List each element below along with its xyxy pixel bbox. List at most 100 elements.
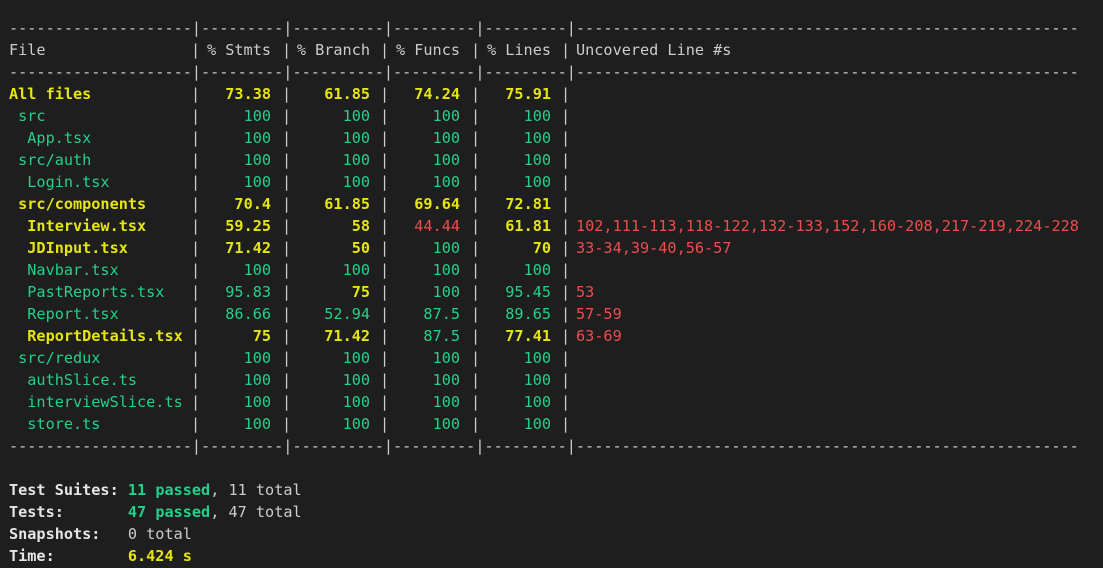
column-separator: | <box>471 283 481 301</box>
cell-funcs: 100 <box>432 173 460 191</box>
cell-file: src/components <box>9 195 147 213</box>
column-separator: | <box>282 85 292 103</box>
cell-file: store.ts <box>9 415 101 433</box>
cell-lines: 75.91 <box>505 85 551 103</box>
cell-funcs: 100 <box>432 371 460 389</box>
column-separator: | <box>282 305 292 323</box>
column-separator: | <box>471 107 481 125</box>
cell-lines: 89.65 <box>505 305 551 323</box>
column-separator: | <box>282 415 292 433</box>
header-lines: % Lines <box>486 41 551 59</box>
column-separator: | <box>561 129 571 147</box>
cell-lines: 100 <box>523 415 551 433</box>
cell-branch: 100 <box>342 261 370 279</box>
column-separator: | <box>191 239 201 257</box>
column-separator: | <box>561 107 571 125</box>
column-separator: | <box>380 217 390 235</box>
column-separator: | <box>471 195 481 213</box>
summary-tests-label: Tests: <box>9 503 64 521</box>
column-separator: | <box>561 261 571 279</box>
column-separator: | <box>380 415 390 433</box>
summary-time: Time: 6.424 s <box>9 545 192 567</box>
table-row: src/components 70.4 61.85 69.64 72.81 | | | | | <box>9 193 1099 215</box>
cell-stmts: 71.42 <box>225 239 271 257</box>
cell-lines: 100 <box>523 393 551 411</box>
column-separator: | <box>380 371 390 389</box>
cell-funcs: 100 <box>432 415 460 433</box>
cell-funcs: 100 <box>432 393 460 411</box>
cell-lines: 100 <box>523 107 551 125</box>
cell-stmts: 73.38 <box>225 85 271 103</box>
column-separator: | <box>282 217 292 235</box>
column-separator: | <box>380 107 390 125</box>
column-separator: | <box>191 129 201 147</box>
cell-lines: 72.81 <box>505 195 551 213</box>
column-separator: | <box>282 239 292 257</box>
cell-stmts: 100 <box>243 129 271 147</box>
column-separator: | <box>561 305 571 323</box>
table-rule-top: --------------------|---------|---------… <box>9 19 1079 37</box>
cell-file: ReportDetails.tsx <box>9 327 183 345</box>
column-separator: | <box>282 129 292 147</box>
cell-funcs: 87.5 <box>423 327 460 345</box>
cell-file: Report.tsx <box>9 305 119 323</box>
summary-tests-total: , 47 total <box>210 503 302 521</box>
cell-file: Interview.tsx <box>9 217 147 235</box>
cell-stmts: 75 <box>252 327 271 345</box>
column-separator: | <box>380 393 390 411</box>
cell-uncovered: 33-34,39-40,56-57 <box>576 239 732 257</box>
column-separator: | <box>191 415 201 433</box>
column-separator: | <box>380 239 390 257</box>
column-separator: | <box>191 151 201 169</box>
cell-branch: 100 <box>342 371 370 389</box>
column-separator: | <box>561 393 571 411</box>
table-row: Navbar.tsx 100 100 100 100 | | | | | <box>9 259 1099 281</box>
column-separator: | <box>191 85 201 103</box>
column-separator: | <box>561 151 571 169</box>
column-separator: | <box>191 217 201 235</box>
table-row: ReportDetails.tsx 75 71.42 87.5 77.41 63-69 | |… <box>9 325 1099 347</box>
column-separator: | <box>561 283 571 301</box>
cell-stmts: 100 <box>243 393 271 411</box>
cell-stmts: 100 <box>243 173 271 191</box>
cell-stmts: 100 <box>243 415 271 433</box>
cell-funcs: 100 <box>432 261 460 279</box>
table-row: Interview.tsx 59.25 58 44.44 61.81 102,111-11… <box>9 215 1099 237</box>
table-rule-header: --------------------|---------|---------… <box>9 63 1079 81</box>
table-row: PastReports.tsx 95.83 75 100 95.45 53 | | | | | <box>9 281 1099 303</box>
column-separator: | <box>282 393 292 411</box>
cell-stmts: 100 <box>243 107 271 125</box>
cell-stmts: 100 <box>243 349 271 367</box>
column-separator: | <box>471 173 481 191</box>
cell-file: src/redux <box>9 349 101 367</box>
cell-uncovered: 63-69 <box>576 327 622 345</box>
column-separator: | <box>561 173 571 191</box>
cell-branch: 100 <box>342 393 370 411</box>
cell-funcs: 100 <box>432 239 460 257</box>
cell-file: interviewSlice.ts <box>9 393 183 411</box>
cell-file: PastReports.tsx <box>9 283 165 301</box>
column-separator: | <box>471 327 481 345</box>
column-separator: | <box>561 239 571 257</box>
table-row: src 100 100 100 100 | | | | | <box>9 105 1099 127</box>
column-separator: | <box>191 107 201 125</box>
cell-lines: 100 <box>523 261 551 279</box>
column-separator: | <box>471 239 481 257</box>
summary-suites-total: , 11 total <box>210 481 302 499</box>
cell-branch: 71.42 <box>324 327 370 345</box>
cell-lines: 61.81 <box>505 217 551 235</box>
cell-funcs: 69.64 <box>414 195 460 213</box>
summary-snapshots-value: 0 total <box>127 525 192 543</box>
table-row: Login.tsx 100 100 100 100 | | | | | <box>9 171 1099 193</box>
table-row: src/redux 100 100 100 100 | | | | | <box>9 347 1099 369</box>
cell-funcs: 74.24 <box>414 85 460 103</box>
column-separator: | <box>191 195 201 213</box>
cell-branch: 52.94 <box>324 305 370 323</box>
cell-file: JDInput.tsx <box>9 239 128 257</box>
cell-branch: 75 <box>351 283 370 301</box>
column-separator: | <box>471 85 481 103</box>
column-separator: | <box>380 283 390 301</box>
column-separator: | <box>282 371 292 389</box>
column-separator: | <box>471 151 481 169</box>
cell-stmts: 59.25 <box>225 217 271 235</box>
